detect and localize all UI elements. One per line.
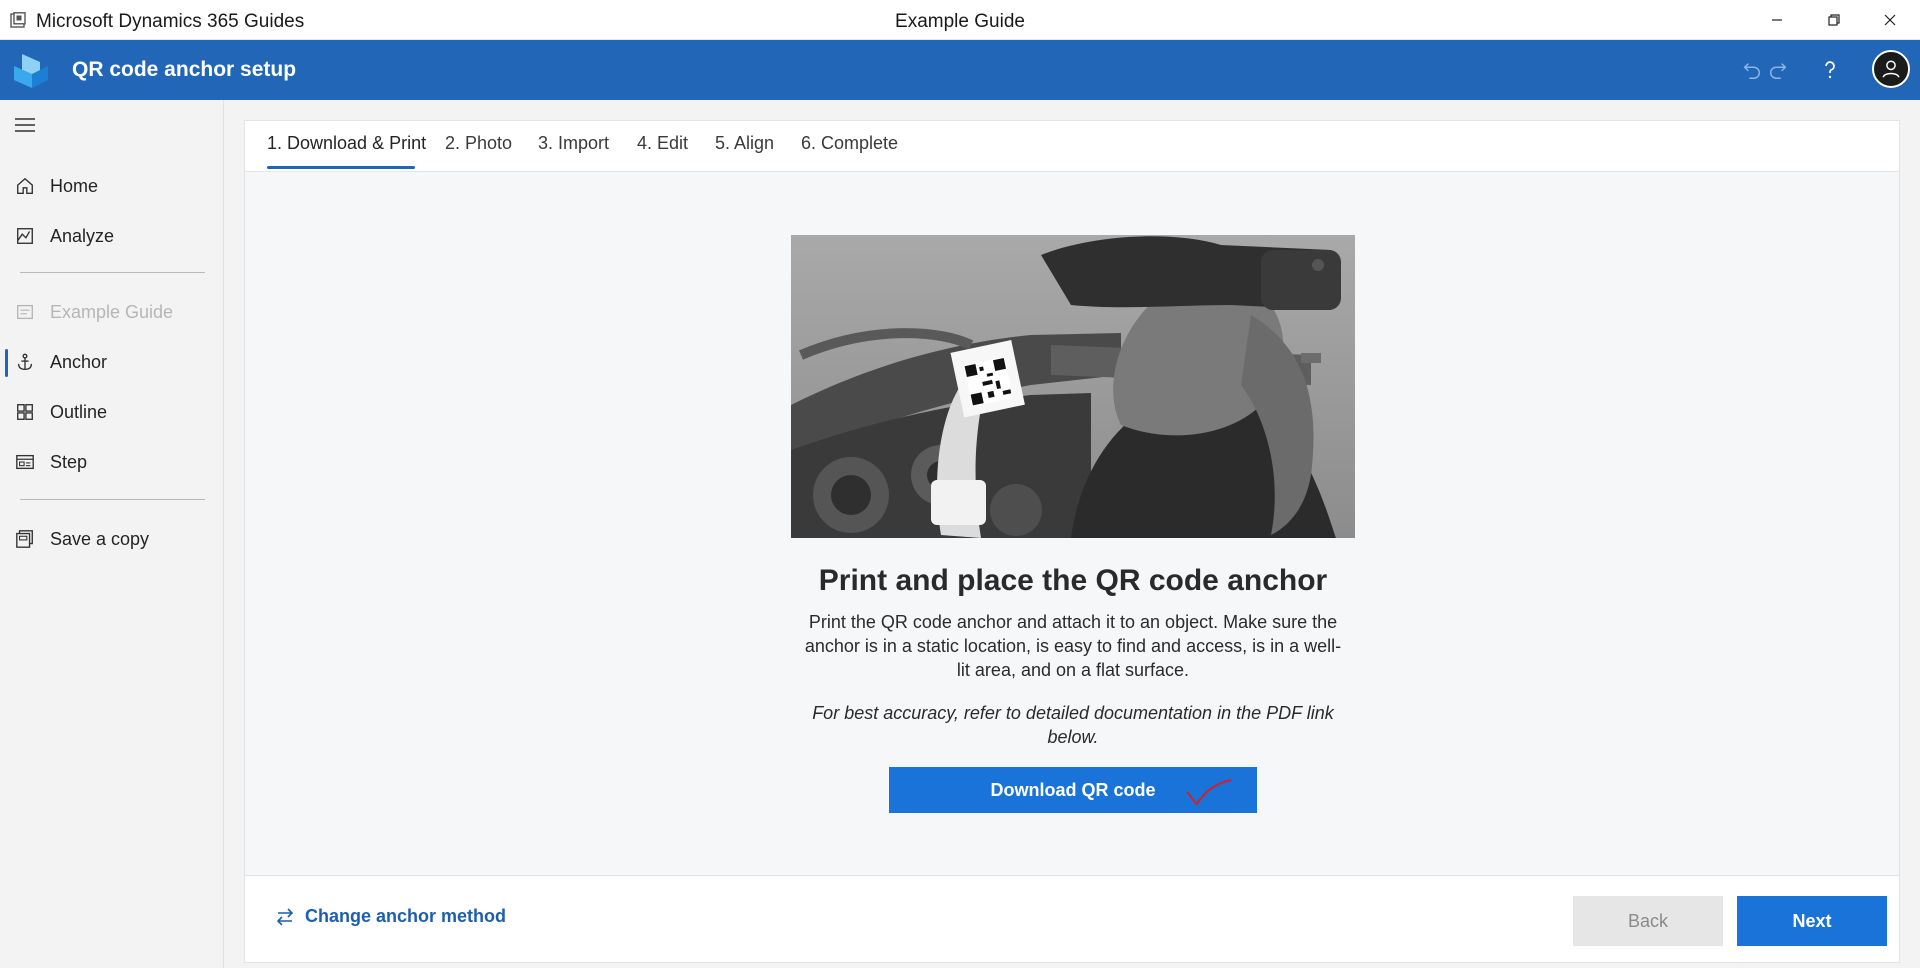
wizard-tabs: 1. Download & Print 2. Photo 3. Import 4… (245, 121, 1899, 172)
sidebar-item-label: Outline (50, 401, 108, 422)
sidebar-item-label: Example Guide (50, 301, 174, 322)
minimize-icon (1772, 19, 1782, 21)
document-title: Example Guide (895, 11, 1025, 32)
analyze-icon (14, 225, 36, 247)
minimize-button[interactable] (1749, 0, 1805, 40)
tab-align[interactable]: 5. Align (715, 133, 774, 154)
sidebar-item-step[interactable]: Step (0, 439, 224, 485)
hamburger-menu-icon[interactable] (14, 116, 36, 134)
window-titlebar: Microsoft Dynamics 365 Guides Example Gu… (0, 0, 1920, 40)
sidebar-item-label: Analyze (50, 225, 115, 246)
sidebar-divider (20, 499, 205, 500)
change-anchor-method-link[interactable]: Change anchor method (275, 906, 506, 927)
sidebar-item-label: Anchor (50, 351, 108, 372)
accuracy-note: For best accuracy, refer to detailed doc… (812, 703, 1334, 747)
close-icon (1884, 14, 1896, 26)
back-button[interactable]: Back (1573, 896, 1723, 946)
tab-import[interactable]: 3. Import (538, 133, 609, 154)
outline-icon (14, 401, 36, 423)
qr-anchor-illustration (791, 235, 1355, 538)
sidebar-item-home[interactable]: Home (0, 163, 224, 209)
sidebar-divider (20, 272, 205, 273)
restore-icon (1828, 14, 1840, 26)
sidebar-item-label: Save a copy (50, 528, 150, 549)
tab-edit[interactable]: 4. Edit (637, 133, 688, 154)
tab-complete[interactable]: 6. Complete (801, 133, 898, 154)
restore-button[interactable] (1806, 0, 1862, 40)
home-icon (14, 175, 36, 197)
app-header: QR code anchor setup (0, 40, 1920, 100)
user-avatar-icon[interactable] (1872, 50, 1910, 88)
help-icon[interactable] (1816, 56, 1844, 84)
sidebar-item-analyze[interactable]: Analyze (0, 213, 224, 259)
guides-logo-icon (10, 50, 52, 92)
page-title: QR code anchor setup (72, 58, 297, 81)
tab-photo[interactable]: 2. Photo (445, 133, 512, 154)
swap-arrows-icon (276, 907, 294, 926)
save-copy-icon (14, 528, 36, 550)
step-icon (14, 451, 36, 473)
change-anchor-method-label: Change anchor method (305, 906, 507, 926)
sidebar-item-label: Home (50, 175, 99, 196)
close-button[interactable] (1862, 0, 1918, 40)
red-check-mark-icon (1186, 779, 1232, 806)
sidebar-item-save-copy[interactable]: Save a copy (0, 516, 224, 562)
undo-icon[interactable] (1738, 56, 1766, 84)
section-heading: Print and place the QR code anchor (818, 564, 1328, 597)
sidebar-item-label: Step (50, 451, 88, 472)
instruction-text: Print the QR code anchor and attach it t… (804, 612, 1342, 680)
anchor-setup-panel: 1. Download & Print 2. Photo 3. Import 4… (244, 120, 1900, 963)
wizard-footer: Change anchor method Back Next (245, 875, 1899, 962)
sidebar-item-outline[interactable]: Outline (0, 389, 224, 435)
guide-icon (14, 301, 36, 323)
tab-download-print[interactable]: 1. Download & Print (267, 133, 426, 154)
active-tab-indicator (267, 166, 415, 169)
sidebar-nav: Home Analyze Example Guide Anchor Outlin… (0, 100, 224, 968)
anchor-icon (14, 351, 36, 373)
redo-icon[interactable] (1764, 56, 1792, 84)
sidebar-item-anchor[interactable]: Anchor (0, 339, 224, 385)
next-button[interactable]: Next (1737, 896, 1887, 946)
sidebar-item-example-guide: Example Guide (0, 289, 224, 335)
